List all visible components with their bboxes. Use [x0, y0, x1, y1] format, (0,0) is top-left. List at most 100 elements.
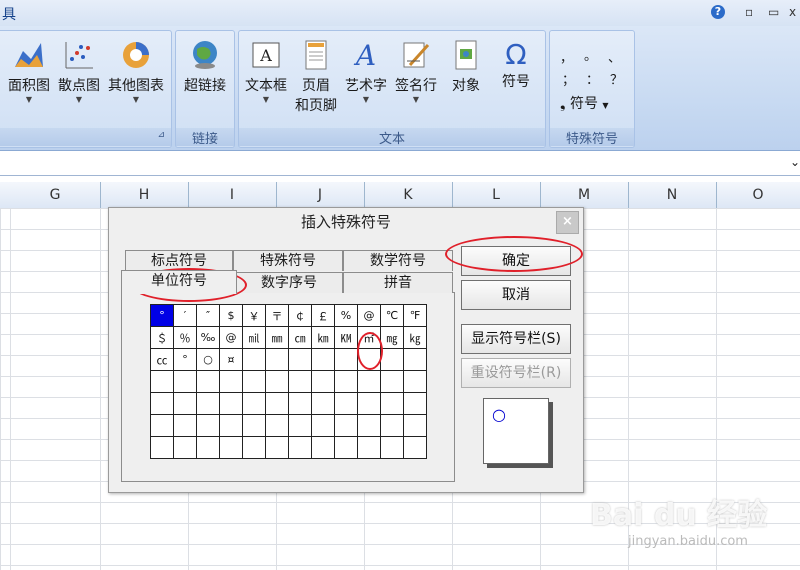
symbol-cell[interactable]	[334, 348, 358, 371]
tools-tab-label[interactable]: 具	[2, 4, 16, 24]
symbol-cell[interactable]	[150, 370, 174, 393]
symbol-cell[interactable]	[288, 348, 312, 371]
symbol-cell[interactable]: ℃	[380, 304, 404, 327]
symbol-cell[interactable]: ￥	[242, 304, 266, 327]
other-chart-button[interactable]: 其他图表 ▼	[105, 39, 167, 105]
formula-bar[interactable]	[0, 151, 800, 176]
column-header-k[interactable]: K	[364, 182, 453, 208]
symbol-cell[interactable]	[242, 370, 266, 393]
symbol-cell[interactable]	[334, 370, 358, 393]
column-header-n[interactable]: N	[628, 182, 717, 208]
close-icon[interactable]: x	[789, 5, 796, 19]
symbol-cell[interactable]	[403, 414, 427, 437]
tab-math-symbols[interactable]: 数学符号	[343, 250, 453, 271]
column-header-g[interactable]: G	[10, 182, 101, 208]
tab-number-sequence[interactable]: 数字序号	[235, 272, 343, 293]
symbol-cell[interactable]: ㎎	[380, 326, 404, 349]
reset-symbol-bar-button[interactable]: 重设符号栏(R)	[461, 358, 571, 388]
textbox-button[interactable]: A 文本框 ▼	[241, 39, 291, 105]
symbol-cell[interactable]	[265, 436, 289, 459]
symbol-cell[interactable]	[357, 370, 381, 393]
tab-pinyin[interactable]: 拼音	[343, 272, 453, 293]
symbol-cell[interactable]	[380, 414, 404, 437]
symbol-cell[interactable]	[173, 370, 197, 393]
symbol-cell[interactable]	[311, 370, 335, 393]
symbol-cell[interactable]: ㎝	[288, 326, 312, 349]
symbol-cell[interactable]: ㎜	[265, 326, 289, 349]
symbol-cell[interactable]	[311, 436, 335, 459]
symbol-button[interactable]: Ω 符号	[491, 39, 541, 91]
symbol-cell[interactable]	[311, 392, 335, 415]
symbol-cell[interactable]	[196, 392, 220, 415]
symbol-cell[interactable]: ￡	[311, 304, 335, 327]
hyperlink-button[interactable]: 超链接	[178, 39, 232, 95]
symbol-cell[interactable]	[242, 436, 266, 459]
symbol-cell[interactable]	[403, 370, 427, 393]
symbol-cell[interactable]	[173, 392, 197, 415]
symbol-cell[interactable]: ㏕	[242, 326, 266, 349]
area-chart-button[interactable]: 面积图 ▼	[5, 39, 53, 105]
column-header-i[interactable]: I	[188, 182, 277, 208]
symbol-cell[interactable]: ％	[173, 326, 197, 349]
dialog-launcher-icon[interactable]: ⊿	[157, 130, 165, 140]
symbol-question[interactable]: ？	[610, 69, 623, 88]
symbol-cell[interactable]	[219, 392, 243, 415]
symbol-cell[interactable]: ㏄	[150, 348, 174, 371]
symbol-cell[interactable]	[311, 414, 335, 437]
symbol-cell[interactable]	[196, 414, 220, 437]
symbol-cell[interactable]: °	[150, 304, 174, 327]
symbol-cell[interactable]: °	[173, 348, 197, 371]
symbol-cell[interactable]: $	[219, 304, 243, 327]
symbol-cell[interactable]: 〒	[265, 304, 289, 327]
cancel-button[interactable]: 取消	[461, 280, 571, 310]
symbol-cell[interactable]	[288, 436, 312, 459]
symbol-cell[interactable]	[380, 370, 404, 393]
symbol-cell[interactable]	[288, 370, 312, 393]
symbol-cell[interactable]: ¤	[219, 348, 243, 371]
symbol-cell[interactable]	[334, 392, 358, 415]
symbol-cell[interactable]	[242, 348, 266, 371]
close-icon[interactable]: ×	[556, 211, 579, 234]
object-button[interactable]: 对象	[441, 39, 491, 95]
column-header-j[interactable]: J	[276, 182, 365, 208]
symbol-period[interactable]: 。	[584, 45, 597, 64]
help-icon[interactable]: ?	[711, 5, 725, 19]
symbol-cell[interactable]	[150, 436, 174, 459]
symbol-cell[interactable]: @	[357, 304, 381, 327]
symbol-colon[interactable]: ：	[586, 69, 599, 88]
symbol-cell[interactable]: ○	[196, 348, 220, 371]
symbol-cell[interactable]: ″	[196, 304, 220, 327]
symbol-cell[interactable]: ‰	[196, 326, 220, 349]
symbol-cell[interactable]	[288, 414, 312, 437]
symbol-cell[interactable]: ℉	[403, 304, 427, 327]
symbol-cell[interactable]	[357, 436, 381, 459]
symbol-cell[interactable]	[403, 392, 427, 415]
symbol-cell[interactable]	[219, 436, 243, 459]
column-header-o[interactable]: O	[716, 182, 800, 208]
show-symbol-bar-button[interactable]: 显示符号栏(S)	[461, 324, 571, 354]
symbol-cell[interactable]	[357, 414, 381, 437]
minimize-icon[interactable]: ▫	[745, 5, 753, 19]
symbol-cell[interactable]: ㎞	[311, 326, 335, 349]
scatter-chart-button[interactable]: 散点图 ▼	[55, 39, 103, 105]
symbol-cell[interactable]	[219, 370, 243, 393]
symbol-cell[interactable]	[334, 414, 358, 437]
symbol-cell[interactable]	[403, 436, 427, 459]
symbol-cell[interactable]	[403, 348, 427, 371]
symbol-cell[interactable]	[380, 348, 404, 371]
symbol-cell[interactable]	[242, 414, 266, 437]
symbol-cell[interactable]	[288, 392, 312, 415]
symbol-cell[interactable]	[196, 436, 220, 459]
symbol-comma[interactable]: ，	[560, 47, 573, 66]
symbol-enum-comma[interactable]: 、	[608, 47, 621, 66]
symbol-cell[interactable]	[150, 392, 174, 415]
symbol-cell[interactable]: @	[219, 326, 243, 349]
symbol-cell[interactable]	[334, 436, 358, 459]
symbol-cell[interactable]	[242, 392, 266, 415]
restore-icon[interactable]: ▭	[768, 5, 779, 19]
symbol-cell[interactable]: ㎏	[403, 326, 427, 349]
header-footer-button[interactable]: 页眉 和页脚	[291, 39, 341, 115]
symbol-cell[interactable]	[357, 392, 381, 415]
symbol-cell[interactable]	[173, 436, 197, 459]
symbol-cell[interactable]	[196, 370, 220, 393]
